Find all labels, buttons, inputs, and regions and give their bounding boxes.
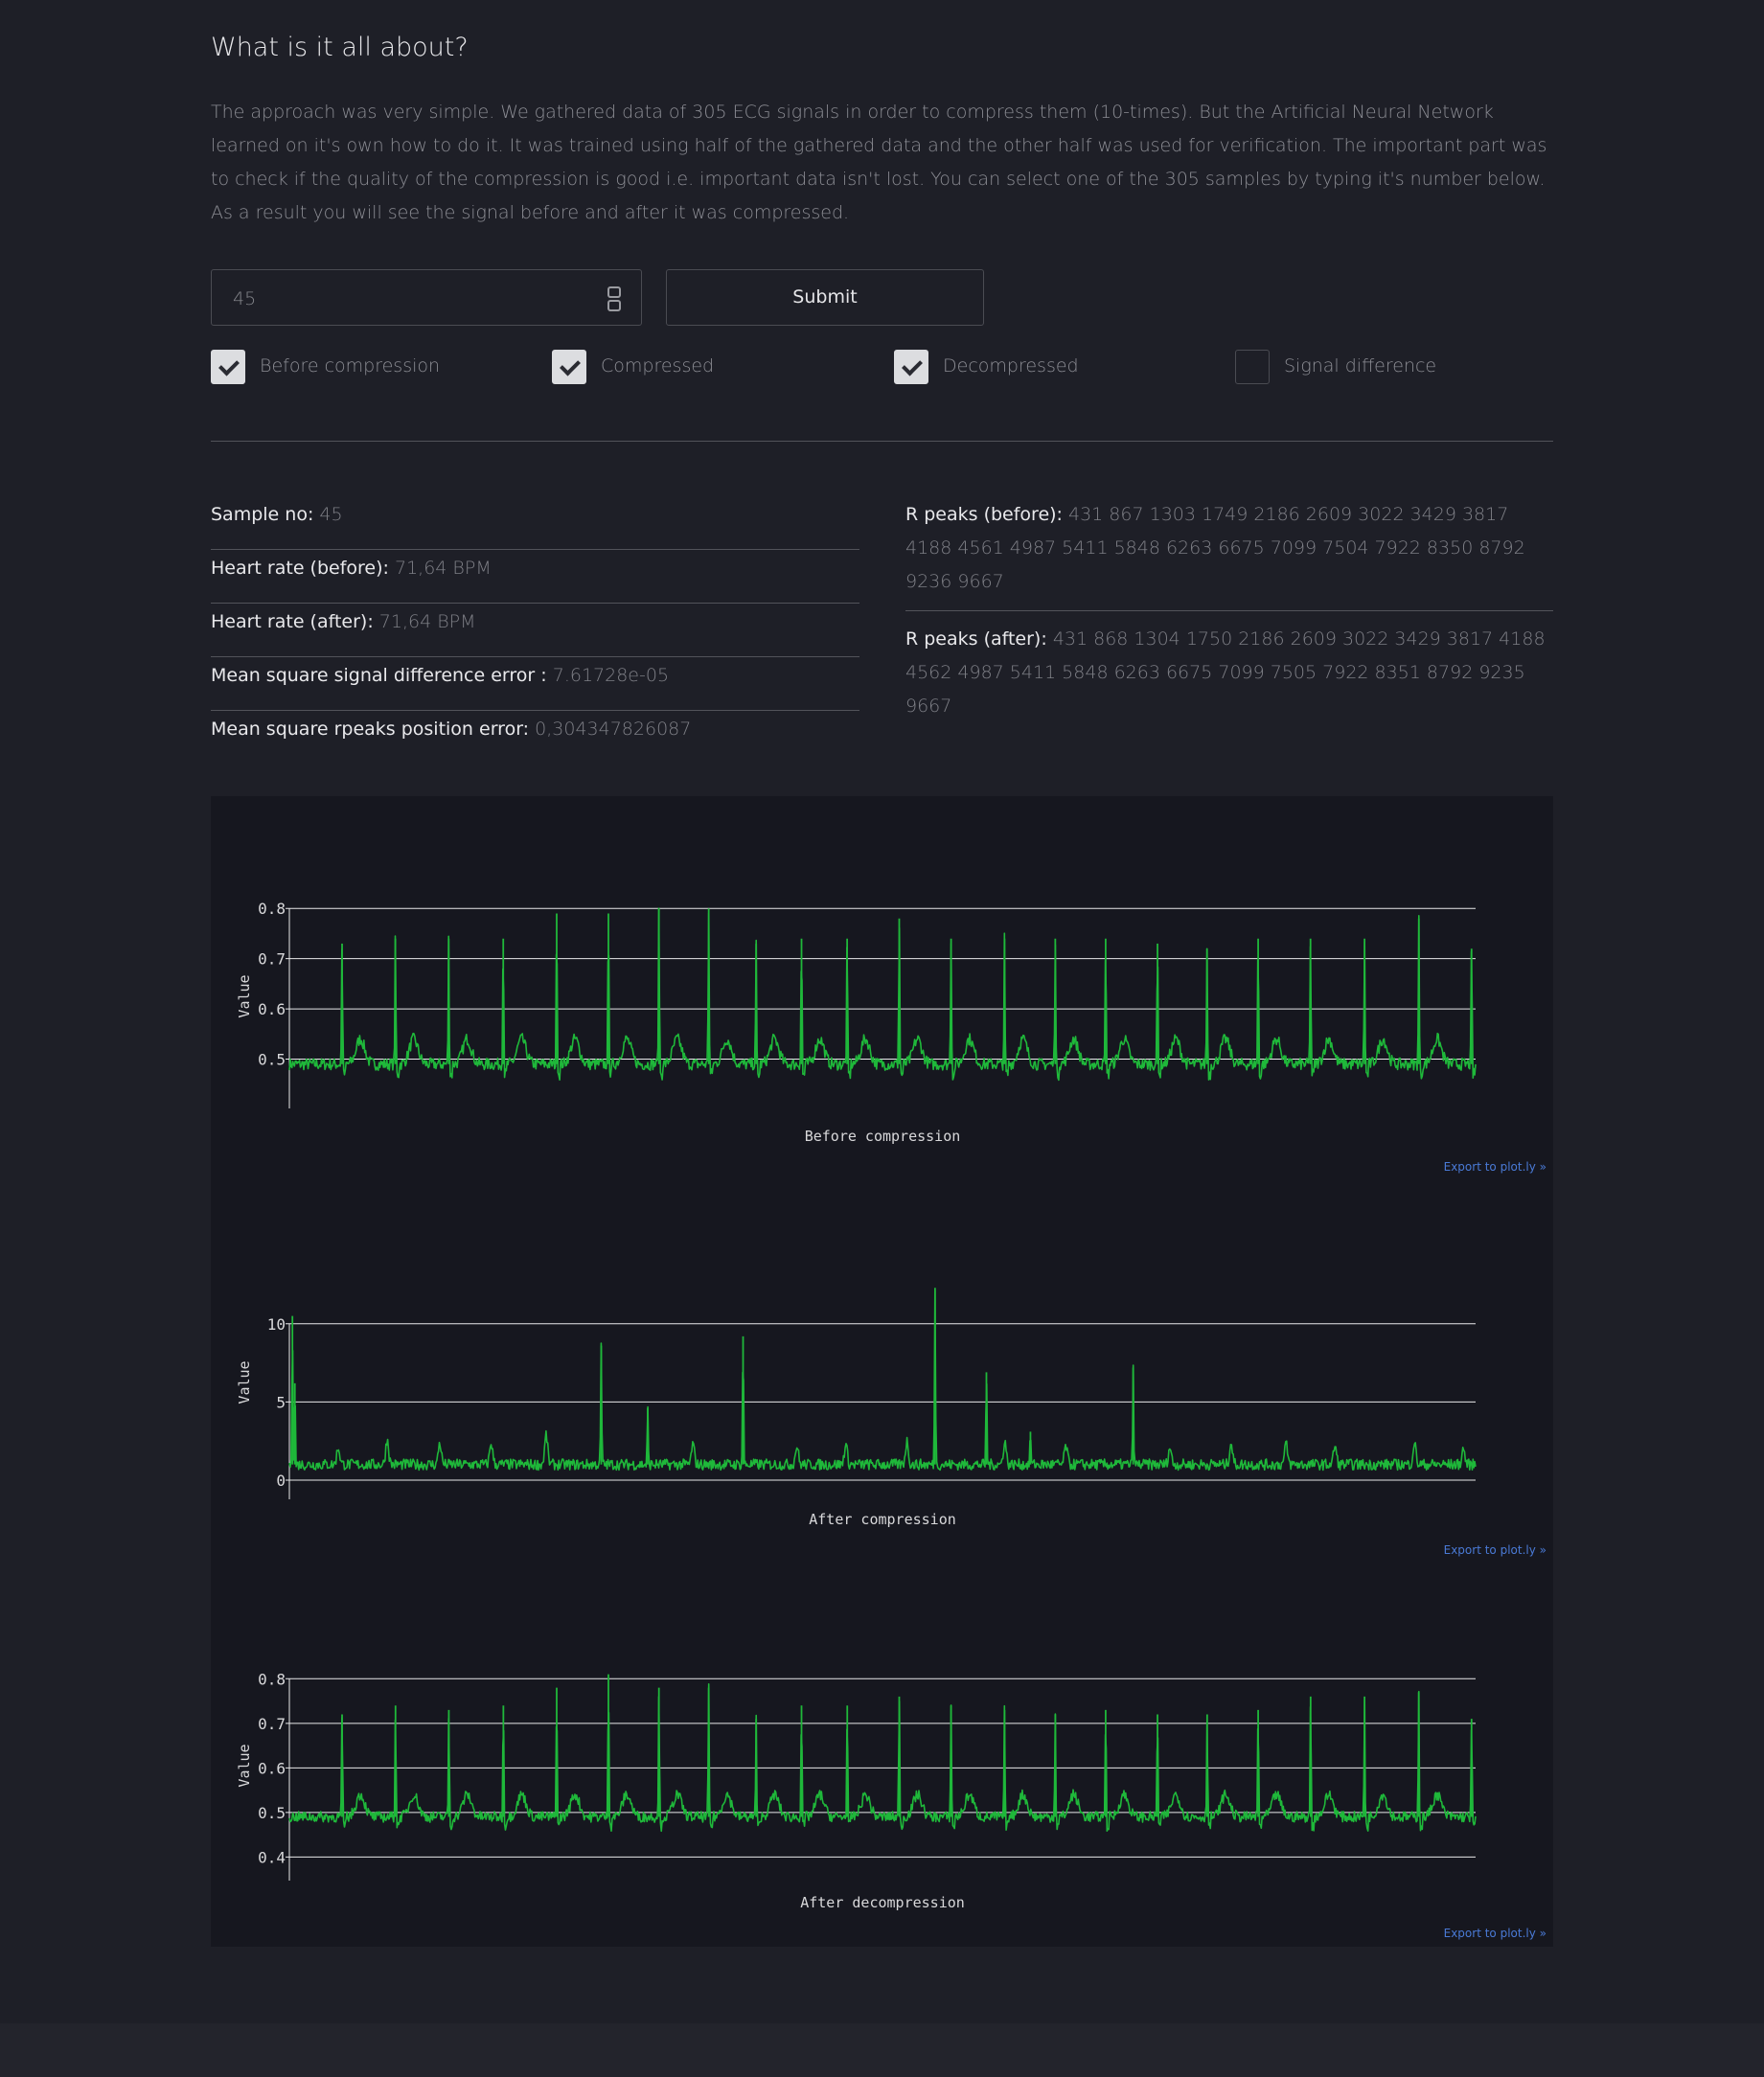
stat-label: Mean square rpeaks position error: (211, 719, 530, 740)
checkbox-checked-icon[interactable] (894, 350, 928, 384)
section-divider (211, 441, 1553, 442)
y-axis-title: Value (236, 1360, 253, 1404)
submit-button[interactable]: Submit (666, 269, 984, 326)
y-axis-title: Value (236, 974, 253, 1017)
stats-list: Sample no: 45 Heart rate (before): 71,64… (211, 496, 859, 764)
checkbox-checked-icon[interactable] (211, 350, 245, 384)
stat-label: R peaks (before): (905, 504, 1063, 525)
ecg-plots: 0.5 0.6 0.7 0.8 Value Before compression 0 5 10 V… (236, 900, 1477, 1911)
chart-title: After compression (809, 1511, 956, 1528)
checkbox-label: Compressed (601, 355, 715, 377)
checkbox-unchecked-icon[interactable] (1235, 350, 1270, 384)
rpeaks-list: R peaks (before): 431 867 1303 1749 2186… (905, 496, 1553, 735)
y-tick-label: 0.4 (258, 1848, 286, 1866)
checkbox-label: Before compression (260, 355, 441, 377)
stat-rpeaks-before: R peaks (before): 431 867 1303 1749 2186… (905, 496, 1553, 611)
stat-label: Heart rate (after): (211, 611, 374, 632)
y-tick-label: 0.5 (258, 1804, 286, 1822)
checkbox-label: Signal difference (1284, 355, 1437, 377)
ecg-trace (288, 1290, 1477, 1472)
stat-label: Sample no: (211, 504, 314, 525)
stat-label: Mean square signal difference error : (211, 665, 547, 686)
checkbox-checked-icon[interactable] (552, 350, 586, 384)
sample-number-field[interactable] (211, 269, 642, 326)
ecg-trace (288, 1682, 1477, 1833)
stat-label: R peaks (after): (905, 628, 1047, 650)
export-link-compressed[interactable]: Export to plot.ly » (1444, 1543, 1546, 1557)
y-tick-label: 0.7 (258, 950, 286, 969)
stat-rpeaks-after: R peaks (after): 431 868 1304 1750 2186 … (905, 621, 1553, 735)
export-link-decompressed[interactable]: Export to plot.ly » (1444, 1927, 1546, 1940)
stat-mse-signal: Mean square signal difference error : 7.… (211, 657, 859, 711)
y-tick-label: 5 (276, 1393, 286, 1411)
spinner-up-icon[interactable] (607, 286, 621, 298)
stat-value: 7.61728e-05 (552, 665, 670, 686)
y-tick-label: 0.6 (258, 1759, 286, 1777)
intro-paragraph: The approach was very simple. We gathere… (211, 102, 1547, 223)
y-tick-label: 0 (276, 1472, 286, 1490)
stat-value: 45 (319, 504, 343, 525)
stat-heart-rate-after: Heart rate (after): 71,64 BPM (211, 604, 859, 657)
export-link-before[interactable]: Export to plot.ly » (1444, 1160, 1546, 1174)
signal-checkboxes: Before compression Compressed Decompress… (211, 350, 1553, 388)
stat-mse-rpeaks: Mean square rpeaks position error: 0,304… (211, 711, 859, 764)
sample-number-input[interactable] (231, 284, 580, 314)
stat-value: 71,64 BPM (378, 611, 476, 632)
stat-sample-no: Sample no: 45 (211, 496, 859, 550)
number-spinner[interactable] (607, 285, 621, 311)
section-title: What is it all about? (211, 33, 469, 62)
footer (0, 2023, 1764, 2077)
stat-label: Heart rate (before): (211, 558, 389, 579)
checkbox-label: Decompressed (943, 355, 1079, 377)
chart-title: Before compression (805, 1128, 961, 1145)
y-tick-label: 0.5 (258, 1051, 286, 1069)
plots-panel: 0.5 0.6 0.7 0.8 Value Before compression 0 5 10 V… (211, 796, 1553, 1947)
ecg-trace (288, 907, 1477, 1082)
stat-value: 0,304347826087 (535, 719, 692, 740)
stat-value: 71,64 BPM (394, 558, 492, 579)
y-axis-title: Value (236, 1744, 253, 1787)
y-tick-label: 0.8 (258, 1670, 286, 1688)
y-tick-label: 0.6 (258, 1000, 286, 1018)
y-tick-label: 10 (267, 1315, 286, 1334)
y-tick-label: 0.7 (258, 1715, 286, 1733)
spinner-down-icon[interactable] (607, 300, 621, 311)
y-tick-label: 0.8 (258, 900, 286, 918)
stat-heart-rate-before: Heart rate (before): 71,64 BPM (211, 550, 859, 604)
chart-title: After decompression (800, 1894, 965, 1911)
